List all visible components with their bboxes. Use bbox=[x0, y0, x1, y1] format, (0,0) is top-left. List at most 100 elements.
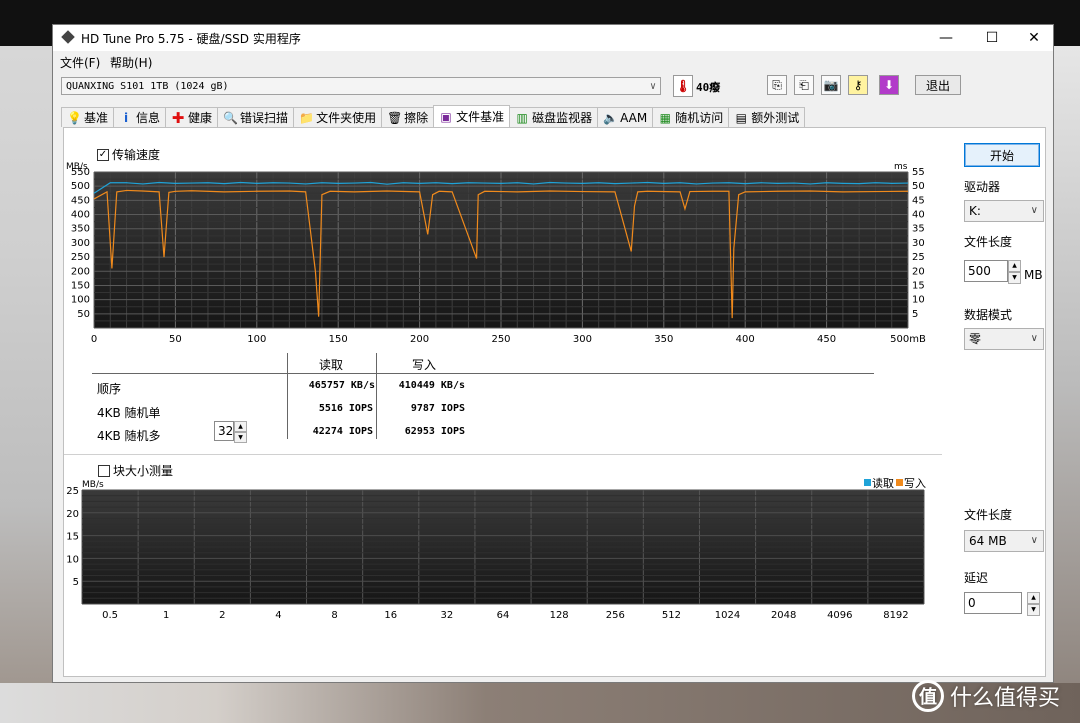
results-header-write: 写入 bbox=[412, 358, 437, 372]
legend-label: 读取 bbox=[872, 476, 894, 490]
y-axis-unit: MB/s bbox=[82, 480, 104, 490]
stepper-up-icon[interactable]: ▲ bbox=[234, 421, 247, 432]
delay-input[interactable]: 0 bbox=[964, 592, 1022, 614]
x-tick-label: 8192 bbox=[883, 610, 908, 621]
x-tick-label: 4 bbox=[275, 610, 281, 621]
x-tick-label: 32 bbox=[440, 610, 453, 621]
info-icon: i bbox=[123, 110, 129, 125]
tab-extra-tests[interactable]: ▤ 额外测试 bbox=[728, 107, 806, 127]
file-length2-combo[interactable]: 64 MB ∨ bbox=[964, 530, 1044, 552]
drive-combo[interactable]: K: ∨ bbox=[964, 200, 1044, 222]
tab-aam[interactable]: 🔈 AAM bbox=[597, 107, 654, 127]
y-tick-label: 10 bbox=[66, 554, 79, 565]
chevron-down-icon: ∨ bbox=[1030, 535, 1038, 546]
results-row-label: 4KB 随机单 bbox=[97, 406, 161, 420]
tab-health[interactable]: ✚ 健康 bbox=[165, 107, 219, 127]
tab-info[interactable]: i 信息 bbox=[113, 107, 167, 127]
results-write-value: 62953 IOPS bbox=[404, 426, 465, 437]
tab-label: 健康 bbox=[188, 111, 213, 125]
tab-label: 基准 bbox=[84, 111, 109, 125]
bulb-icon: 💡 bbox=[67, 110, 82, 125]
tab-disk-monitor[interactable]: ▥ 磁盘监视器 bbox=[509, 107, 599, 127]
legend-swatch bbox=[896, 479, 903, 486]
x-tick-label: 512 bbox=[662, 610, 681, 621]
extra-tests-icon: ▤ bbox=[735, 110, 747, 125]
start-button[interactable]: 开始 bbox=[964, 143, 1040, 167]
temperature-value: 40癈 bbox=[696, 81, 721, 94]
exit-button[interactable]: 退出 bbox=[915, 75, 961, 95]
x-tick-label: 4096 bbox=[827, 610, 852, 621]
drive-combo-value: K: bbox=[969, 204, 981, 218]
file-length-stepper[interactable]: ▲ ▼ bbox=[1008, 260, 1021, 284]
file-benchmark-panel: ✓ 传输速度 MB/s ms 550 500 450 400 350 300 250 200 150… bbox=[63, 127, 1046, 677]
drive-label: 驱动器 bbox=[964, 180, 1001, 194]
results-write-value: 410449 KB/s bbox=[398, 380, 465, 391]
app-window: HD Tune Pro 5.75 - 硬盘/SSD 实用程序 — ☐ ✕ 文件(… bbox=[52, 24, 1054, 683]
stepper-up-icon[interactable]: ▲ bbox=[1008, 260, 1021, 272]
tab-label: 额外测试 bbox=[751, 111, 800, 125]
results-header-read: 读取 bbox=[319, 358, 344, 372]
chevron-down-icon: ∨ bbox=[1030, 333, 1038, 344]
stepper-up-icon[interactable]: ▲ bbox=[1027, 592, 1040, 604]
maximize-button[interactable]: ☐ bbox=[969, 25, 1015, 51]
drive-select[interactable]: QUANXING S101 1TB (1024 gB) ∨ bbox=[61, 77, 661, 95]
options-button[interactable]: ⚷ bbox=[848, 75, 868, 95]
y-tick-label: 25 bbox=[66, 486, 79, 497]
tab-label: 文件基准 bbox=[456, 110, 505, 124]
magnifier-icon: 🔍 bbox=[223, 110, 238, 125]
tab-error-scan[interactable]: 🔍 错误扫描 bbox=[217, 107, 295, 127]
tab-benchmark[interactable]: 💡 基准 bbox=[61, 107, 115, 127]
file-length2-label: 文件长度 bbox=[964, 508, 1013, 522]
tab-file-benchmark[interactable]: ▣ 文件基准 bbox=[433, 105, 511, 127]
file-length-unit: MB bbox=[1024, 268, 1043, 282]
results-header-line bbox=[92, 373, 874, 374]
copy-all-button[interactable]: ⎗ bbox=[794, 75, 814, 95]
minimize-button[interactable]: — bbox=[923, 25, 969, 51]
y-tick-label: 15 bbox=[66, 532, 79, 543]
copy-text-button[interactable]: ⎘ bbox=[767, 75, 787, 95]
delay-stepper[interactable]: ▲ ▼ bbox=[1027, 592, 1040, 616]
x-tick-label: 0.5 bbox=[102, 610, 118, 621]
speaker-icon: 🔈 bbox=[603, 110, 619, 125]
keys-icon: ⚷ bbox=[853, 78, 863, 92]
results-write-value: 9787 IOPS bbox=[410, 403, 465, 414]
drive-select-value: QUANXING S101 1TB (1024 gB) bbox=[66, 81, 229, 92]
x-tick-label: 2048 bbox=[771, 610, 796, 621]
tab-random-access[interactable]: ▦ 随机访问 bbox=[652, 107, 730, 127]
file-benchmark-icon: ▣ bbox=[440, 109, 452, 124]
tab-label: 擦除 bbox=[404, 111, 429, 125]
stepper-down-icon[interactable]: ▼ bbox=[1027, 604, 1040, 616]
tab-label: 磁盘监视器 bbox=[532, 111, 593, 125]
watermark: 值 什么值得买 bbox=[912, 680, 1060, 712]
x-tick-label: 16 bbox=[384, 610, 397, 621]
menu-file[interactable]: 文件(F) bbox=[60, 54, 100, 71]
data-mode-label: 数据模式 bbox=[964, 308, 1013, 322]
screenshot-button[interactable]: 📷 bbox=[821, 75, 841, 95]
close-button[interactable]: ✕ bbox=[1011, 25, 1057, 51]
menu-help[interactable]: 帮助(H) bbox=[110, 54, 152, 71]
chevron-down-icon: ∨ bbox=[649, 81, 656, 92]
results-row-label: 顺序 bbox=[97, 382, 122, 396]
tab-label: 随机访问 bbox=[675, 111, 724, 125]
tab-folder-usage[interactable]: 📁 文件夹使用 bbox=[293, 107, 383, 127]
queue-depth-stepper[interactable]: ▲ ▼ bbox=[234, 421, 247, 443]
data-mode-combo-value: 零 bbox=[969, 332, 982, 346]
stepper-down-icon[interactable]: ▼ bbox=[234, 432, 247, 443]
queue-depth-input[interactable]: 32 bbox=[214, 421, 234, 441]
stepper-down-icon[interactable]: ▼ bbox=[1008, 272, 1021, 284]
copy-all-icon: ⎗ bbox=[799, 77, 809, 92]
data-mode-combo[interactable]: 零 ∨ bbox=[964, 328, 1044, 350]
trash-icon: 🗑 bbox=[387, 110, 403, 125]
block-size-chart: MB/s25 20 15 10 5 0.5 1 2 4 8 16 32 64 128 256 512 1024 2… bbox=[66, 476, 926, 621]
results-read-value: 42274 IOPS bbox=[312, 426, 373, 437]
results-read-value: 5516 IOPS bbox=[318, 403, 373, 414]
x-tick-label: 1024 bbox=[715, 610, 740, 621]
watermark-text: 什么值得买 bbox=[950, 686, 1061, 711]
monitor-chart-icon: ▥ bbox=[516, 110, 528, 125]
download-arrow-icon: ⬇ bbox=[883, 78, 895, 92]
file-length-input[interactable]: 500 bbox=[964, 260, 1008, 282]
y-tick-label: 20 bbox=[66, 509, 79, 520]
file-length-label: 文件长度 bbox=[964, 235, 1013, 249]
save-button[interactable]: ⬇ bbox=[879, 75, 899, 95]
tab-erase[interactable]: 🗑 擦除 bbox=[381, 107, 435, 127]
